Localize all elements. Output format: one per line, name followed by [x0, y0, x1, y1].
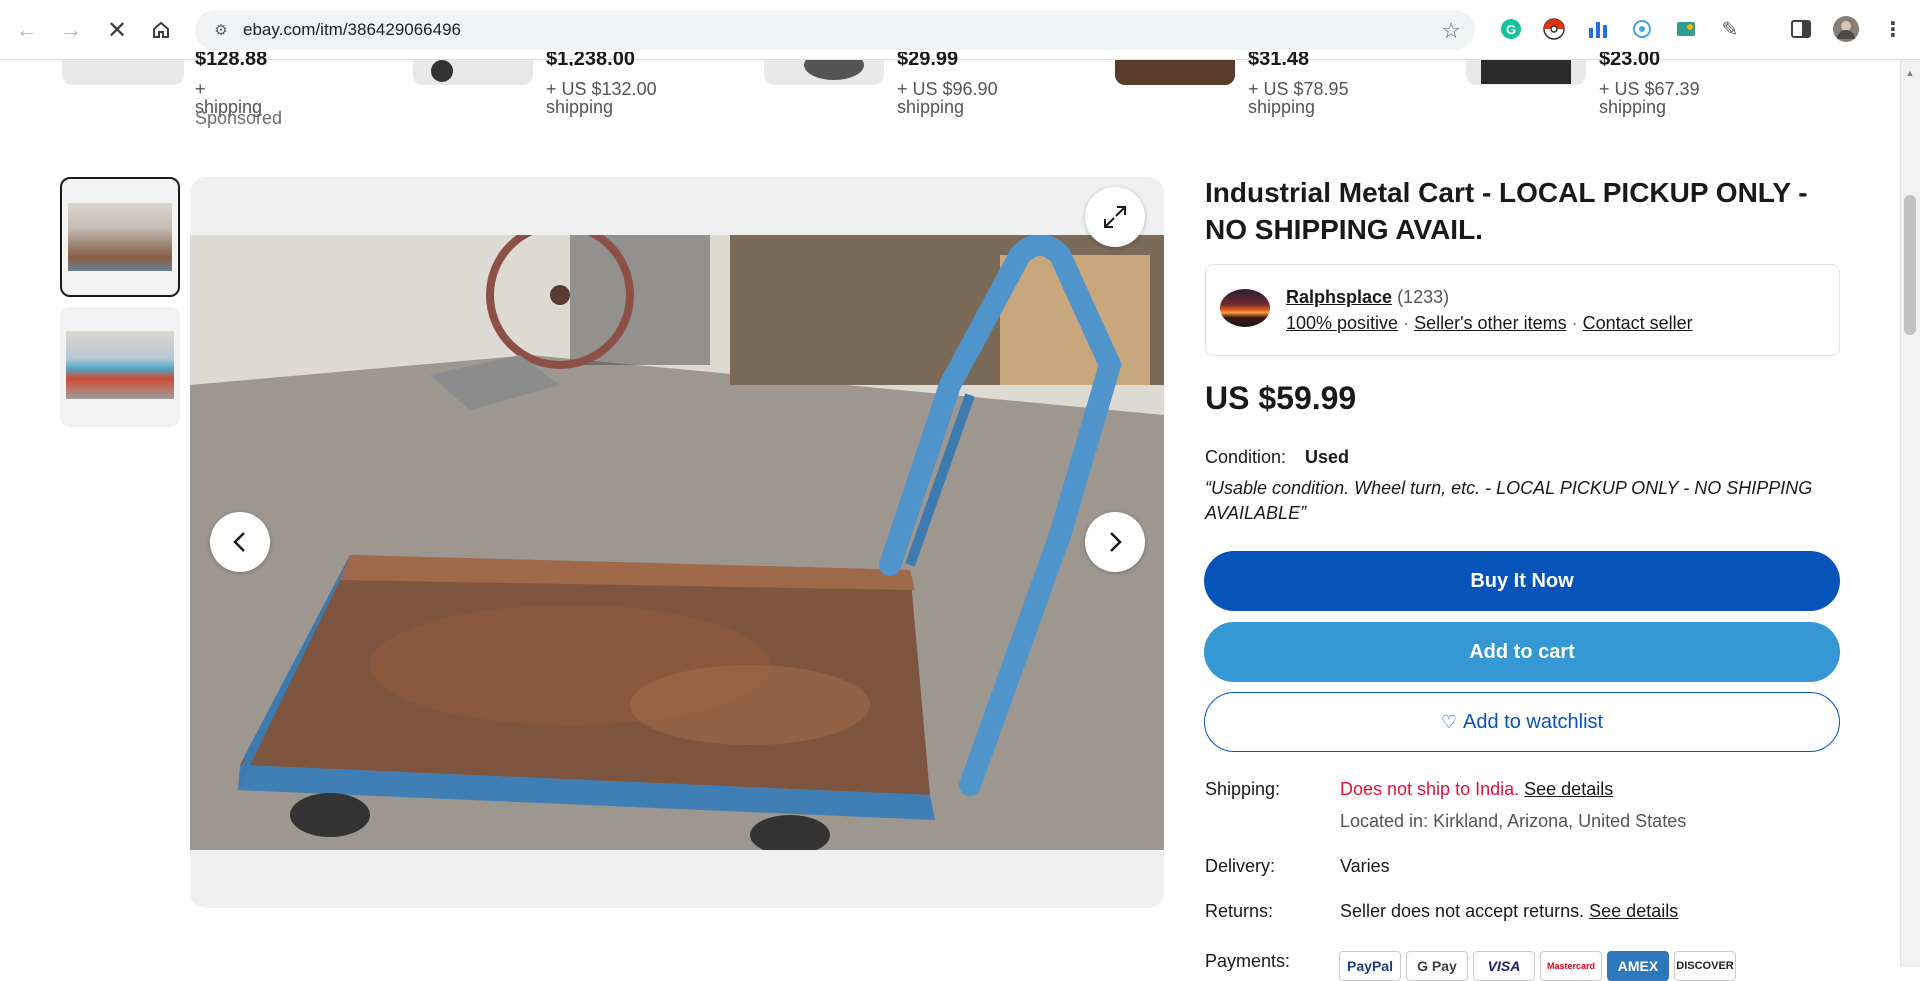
- previous-image-button[interactable]: [210, 512, 270, 572]
- carousel-shipping: + US $96.90 shipping: [897, 79, 998, 117]
- separator-dot: ·: [1403, 313, 1410, 333]
- condition-label: Condition:: [1205, 447, 1287, 467]
- carousel-thumbnail[interactable]: [413, 60, 533, 85]
- thumbnail-image: [66, 331, 174, 399]
- add-to-watchlist-button[interactable]: ♡ Add to watchlist: [1204, 692, 1840, 752]
- paypal-icon: PayPal: [1339, 951, 1401, 981]
- seller-other-items-link[interactable]: Seller's other items: [1414, 313, 1567, 333]
- puzzle-extensions-icon[interactable]: ✎: [1717, 16, 1743, 42]
- watchlist-label: Add to watchlist: [1463, 710, 1604, 733]
- heart-icon: ♡: [1440, 711, 1458, 732]
- profile-avatar[interactable]: [1833, 16, 1859, 42]
- carousel-shipping: + US $132.00 shipping: [546, 79, 657, 117]
- delivery-value: Varies: [1340, 856, 1390, 876]
- carousel-thumbnail[interactable]: [764, 60, 884, 85]
- add-to-cart-button[interactable]: Add to cart: [1204, 622, 1840, 682]
- sponsored-label: Sponsored: [195, 108, 283, 128]
- carousel-price: $29.99: [897, 52, 959, 66]
- bookmark-star-icon[interactable]: ☆: [1441, 18, 1461, 44]
- menu-more-icon[interactable]: ⋮: [1880, 16, 1906, 42]
- visa-icon: VISA: [1473, 951, 1535, 981]
- carousel-thumbnail[interactable]: [1115, 60, 1235, 85]
- chart-extension-icon[interactable]: [1585, 16, 1611, 42]
- shipping-see-details-link[interactable]: See details: [1524, 779, 1613, 799]
- returns-value-row: Seller does not accept returns. See deta…: [1340, 901, 1678, 922]
- page-scrollbar[interactable]: ▲: [1900, 60, 1920, 967]
- item-location: Located in: Kirkland, Arizona, United St…: [1340, 811, 1687, 831]
- carousel-shipping: + US $67.39 shipping: [1599, 79, 1700, 117]
- address-bar[interactable]: ⚙ ebay.com/itm/386429066496 ☆: [195, 10, 1475, 50]
- seller-name-link[interactable]: Ralphsplace: [1286, 287, 1392, 307]
- scroll-up-icon[interactable]: ▲: [1904, 68, 1916, 78]
- image-extension-icon[interactable]: [1673, 16, 1699, 42]
- seller-feedback-count[interactable]: (1233): [1397, 287, 1449, 307]
- thumbnail-image: [68, 203, 172, 271]
- carousel-price: $23.00: [1599, 52, 1661, 66]
- grammarly-extension-icon[interactable]: G: [1498, 16, 1524, 42]
- home-icon[interactable]: [143, 12, 179, 48]
- mastercard-icon: Mastercard: [1540, 951, 1602, 981]
- discover-icon: DISCOVER: [1674, 951, 1736, 981]
- shipping-value-row: Does not ship to India. See details: [1340, 779, 1613, 800]
- google-pay-icon: G Pay: [1406, 951, 1468, 981]
- main-image-viewer[interactable]: [190, 177, 1164, 908]
- amex-icon: AMEX: [1607, 951, 1669, 981]
- returns-policy: Seller does not accept returns.: [1340, 901, 1585, 921]
- positive-feedback-link[interactable]: 100% positive: [1286, 313, 1398, 333]
- carousel-thumbnail[interactable]: [62, 60, 184, 85]
- delivery-label: Delivery:: [1205, 856, 1276, 876]
- carousel-price: $128.88: [195, 52, 268, 66]
- pokeball-extension-icon[interactable]: [1541, 16, 1567, 42]
- product-price: US $59.99: [1205, 380, 1357, 416]
- next-image-button[interactable]: [1085, 512, 1145, 572]
- browser-toolbar: ← → ✕ ⚙ ebay.com/itm/386429066496 ☆ G ✎ …: [0, 0, 1920, 60]
- back-icon[interactable]: ←: [9, 12, 45, 48]
- condition-note: “Usable condition. Wheel turn, etc. - LO…: [1205, 478, 1813, 523]
- shipping-status: Does not ship to India.: [1340, 779, 1520, 799]
- buy-it-now-button[interactable]: Buy It Now: [1204, 551, 1840, 611]
- side-panel-icon[interactable]: [1788, 16, 1814, 42]
- separator-dot: ·: [1571, 313, 1578, 333]
- site-settings-icon[interactable]: ⚙: [201, 21, 241, 39]
- product-photo: [190, 235, 1164, 850]
- carousel-shipping: + US $78.95 shipping: [1248, 79, 1349, 117]
- stop-loading-icon[interactable]: ✕: [99, 12, 135, 48]
- url-text: ebay.com/itm/386429066496: [243, 20, 462, 39]
- svg-text:G: G: [1506, 22, 1516, 37]
- carousel-price: $31.48: [1248, 52, 1310, 66]
- scrollbar-thumb[interactable]: [1904, 195, 1916, 335]
- returns-label: Returns:: [1205, 901, 1274, 921]
- seller-avatar[interactable]: [1220, 289, 1270, 327]
- contact-seller-link[interactable]: Contact seller: [1583, 313, 1693, 333]
- payments-label: Payments:: [1205, 951, 1291, 971]
- carousel-thumbnail[interactable]: [1466, 60, 1586, 85]
- returns-see-details-link[interactable]: See details: [1589, 901, 1678, 921]
- seller-name-row: Ralphsplace (1233): [1286, 287, 1449, 308]
- image-thumbnail-2[interactable]: [60, 307, 180, 427]
- expand-image-icon[interactable]: [1085, 187, 1145, 247]
- seller-info-card: Ralphsplace (1233) 100% positive · Seller'…: [1205, 264, 1840, 356]
- condition-value: Used: [1305, 447, 1350, 467]
- image-thumbnail-1[interactable]: [60, 177, 180, 297]
- product-title: Industrial Metal Cart - LOCAL PICKUP ONL…: [1205, 177, 1808, 245]
- carousel-price: $1,238.00: [546, 52, 635, 66]
- ai-extension-icon[interactable]: [1629, 16, 1655, 42]
- seller-links-row: 100% positive · Seller's other items · Conta…: [1286, 313, 1693, 334]
- shipping-label: Shipping:: [1205, 779, 1281, 799]
- forward-icon[interactable]: →: [53, 12, 89, 48]
